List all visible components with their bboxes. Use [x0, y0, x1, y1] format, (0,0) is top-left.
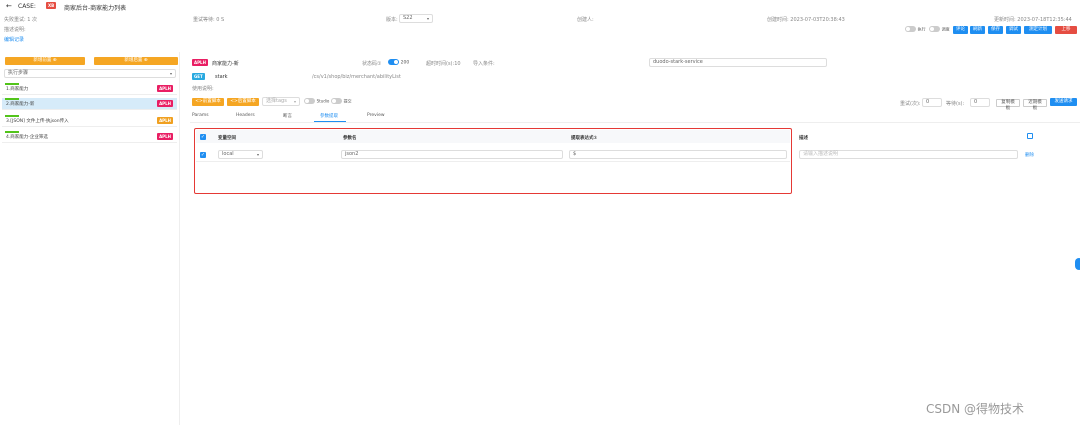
status-bar — [5, 115, 19, 117]
version-select[interactable]: S22 ▾ — [399, 14, 433, 23]
float-handle-icon[interactable] — [1075, 258, 1080, 270]
method-badge: APLH — [157, 117, 173, 124]
param-name-input[interactable]: json2 — [341, 150, 563, 159]
row-checkbox[interactable]: ✓ — [200, 152, 206, 158]
method-badge: APLH — [157, 100, 173, 107]
method-badge: APLH — [157, 85, 173, 92]
tab-preview[interactable]: Preview — [367, 113, 385, 118]
status-bar — [5, 83, 19, 85]
fail-count: 失败重试: 1 次 — [4, 17, 38, 23]
schedule-toggle[interactable]: 调度 — [929, 26, 950, 33]
method-badge: APLH — [157, 133, 173, 140]
watermark: CSDN @得物技术 — [926, 402, 1025, 416]
usage-label: 使用说明: — [192, 86, 214, 92]
pre-script-button[interactable]: <>前置脚本 ⊕ — [192, 98, 224, 112]
method-badge: GET — [192, 73, 205, 80]
select-all-checkbox[interactable]: ✓ — [200, 134, 206, 140]
creator: 创建人: — [577, 17, 594, 23]
tabs-divider — [190, 122, 1080, 123]
sidebar-item-label: 2.商家能力-新 — [6, 102, 35, 107]
send-request-button[interactable]: 发送请求 — [1050, 98, 1077, 106]
tab-extract[interactable]: 参数提取 — [320, 113, 338, 119]
submit-toggle[interactable]: 提交 — [331, 98, 352, 105]
description-input[interactable]: 请输入描述说明 — [799, 150, 1018, 159]
sidebar-item-label: 4.商家能力-企业筛选 — [6, 135, 48, 140]
timeout: 超时时间(s):10 — [426, 61, 461, 67]
updated-time: 更新时间: 2023-07-18T12:35:44 — [994, 17, 1072, 23]
tags-select[interactable]: 选择tags ▾ — [262, 97, 300, 106]
host: stark — [215, 74, 228, 80]
case-label: CASE: — [18, 3, 36, 10]
page-title: 商家后台-商家能力列表 — [64, 5, 127, 12]
step-select[interactable]: 执行步骤 ▾ — [4, 69, 176, 78]
back-icon[interactable]: ← — [6, 2, 12, 10]
add-row-icon[interactable] — [1027, 133, 1033, 139]
api-path: /cs/v1/shop/biz/merchant/abilityList — [312, 74, 401, 80]
status-bar — [5, 131, 19, 133]
sidebar-item-label: 3.[JSON] 文件上传-执json传入 — [6, 119, 69, 124]
retry-label: 重试(次): — [900, 101, 921, 107]
desc-label: 描述说明: — [4, 27, 26, 33]
version-label: 版本: — [386, 17, 398, 23]
copy-template-button[interactable]: 复制模板 — [996, 99, 1020, 111]
delete-link[interactable]: 删除 — [1025, 152, 1034, 158]
tab-params[interactable]: Params — [192, 113, 209, 118]
expression-input[interactable]: $ — [569, 150, 787, 159]
col-expression: 提取表达式① — [571, 136, 598, 141]
status-code-label: 状态码① — [362, 61, 382, 67]
debug-button[interactable]: 调试 — [1006, 26, 1021, 34]
add-post-step-button[interactable]: 新增后置 ⊕ — [94, 57, 178, 65]
tab-headers[interactable]: Headers — [236, 113, 255, 118]
wait-input[interactable]: 0 — [970, 98, 990, 107]
retry-wait: 重试等待: 0 S — [193, 17, 225, 23]
status-code-toggle[interactable]: 200 — [388, 59, 409, 66]
edit-record-link[interactable]: 编辑记录 — [4, 36, 24, 43]
scope-select[interactable]: local ▾ — [218, 150, 263, 159]
refresh-button[interactable]: 刷新 — [970, 26, 985, 34]
recent-template-button[interactable]: 近期模板 — [1023, 99, 1047, 111]
retry-input[interactable]: 0 — [922, 98, 942, 107]
import-label: 导入条件: — [473, 61, 495, 67]
save-button[interactable]: 保存 — [988, 26, 1003, 34]
sidebar-item-3[interactable]: 3.[JSON] 文件上传-执json传入 APLH — [2, 115, 177, 127]
col-scope: 变量空间 — [218, 136, 236, 141]
post-script-button[interactable]: <>后置脚本 ⊕ — [227, 98, 259, 112]
sidebar-item-4[interactable]: 4.商家能力-企业筛选 APLH — [2, 131, 177, 143]
wait-label: 等待(s): — [946, 101, 965, 107]
case-tag: XB — [46, 2, 57, 9]
tab-assert[interactable]: 断言 — [283, 113, 292, 119]
created-time: 创建时间: 2023-07-03T20:38:43 — [767, 17, 845, 23]
add-pre-step-button[interactable]: 新增前置 ⊕ — [5, 57, 85, 65]
move-button[interactable]: 上移 — [1055, 26, 1077, 34]
table-header — [196, 130, 790, 143]
step-name: 商家能力-新 — [212, 61, 239, 67]
studio-toggle[interactable]: Studio — [304, 98, 329, 105]
col-name: 参数名 — [343, 136, 357, 141]
sidebar-item-label: 1.商家能力 — [6, 87, 29, 92]
service-input[interactable]: duodo-stark-service — [649, 58, 827, 67]
plan-button[interactable]: 测定计划 — [1024, 26, 1052, 34]
col-description: 描述 — [799, 136, 808, 141]
exec-toggle[interactable]: 执行 — [905, 26, 926, 33]
sidebar-item-2[interactable]: 2.商家能力-新 APLH — [2, 98, 177, 110]
comment-button[interactable]: 评论 — [953, 26, 968, 34]
status-bar — [5, 98, 19, 100]
sidebar-item-1[interactable]: 1.商家能力 APLH — [2, 83, 177, 95]
step-badge: APLH — [192, 59, 208, 66]
